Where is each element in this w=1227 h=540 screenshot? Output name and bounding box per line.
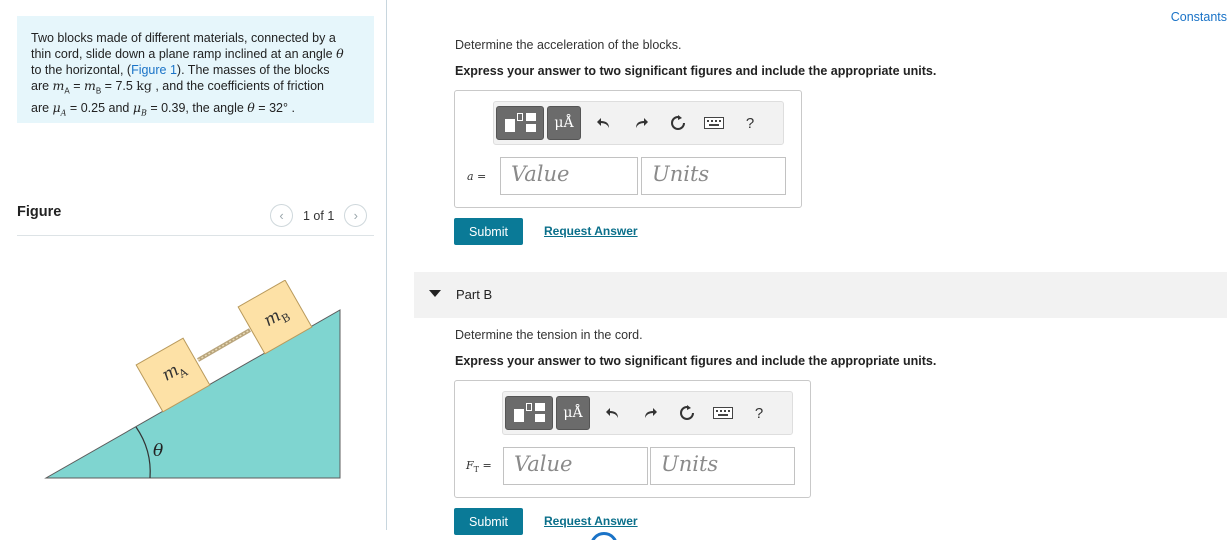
reset-icon[interactable] bbox=[676, 402, 698, 424]
templates-icon[interactable] bbox=[496, 106, 544, 140]
pager-text: 1 of 1 bbox=[303, 208, 335, 223]
part-a-value-input[interactable]: Value bbox=[500, 157, 638, 195]
part-b-variable-label: FT = bbox=[466, 459, 492, 475]
problem-statement: Two blocks made of different materials, … bbox=[17, 16, 374, 123]
part-b-request-answer-link[interactable]: Request Answer bbox=[544, 514, 638, 528]
part-a-toolbar: μÅ ? bbox=[493, 101, 784, 145]
keyboard-icon[interactable] bbox=[712, 402, 734, 424]
figure-divider bbox=[17, 235, 374, 236]
part-b-question: Determine the tension in the cord. bbox=[455, 328, 643, 342]
part-b-units-input[interactable]: Units bbox=[650, 447, 795, 485]
reset-icon[interactable] bbox=[667, 112, 689, 134]
problem-line-2: thin cord, slide down a plane ramp incli… bbox=[31, 46, 344, 61]
part-a-instruction: Express your answer to two significant f… bbox=[455, 64, 937, 78]
problem-line-4: are mA = mB = 7.5 kg , and the coefficie… bbox=[31, 78, 324, 96]
part-b-instruction: Express your answer to two significant f… bbox=[455, 354, 937, 368]
part-b-toolbar: μÅ ? bbox=[502, 391, 793, 435]
undo-icon[interactable] bbox=[593, 112, 615, 134]
part-b-header[interactable]: Part B bbox=[414, 272, 1227, 318]
figure-heading: Figure bbox=[17, 204, 62, 220]
part-a-variable-label: a = bbox=[467, 170, 487, 183]
problem-line-1: Two blocks made of different materials, … bbox=[31, 31, 336, 45]
figure-link[interactable]: Figure 1 bbox=[131, 63, 177, 77]
help-icon[interactable]: ? bbox=[748, 402, 770, 424]
templates-icon[interactable] bbox=[505, 396, 553, 430]
problem-line-5: are μA = 0.25 and μB = 0.39, the angle θ… bbox=[31, 99, 295, 118]
next-figure-button[interactable]: › bbox=[344, 204, 368, 227]
chevron-right-icon: › bbox=[353, 208, 358, 223]
part-a-request-answer-link[interactable]: Request Answer bbox=[544, 224, 638, 238]
units-icon[interactable]: μÅ bbox=[556, 396, 590, 430]
part-a-submit-button[interactable]: Submit bbox=[454, 218, 523, 245]
help-icon[interactable]: ? bbox=[739, 112, 761, 134]
constants-link[interactable]: Constants bbox=[1171, 10, 1227, 24]
redo-icon[interactable] bbox=[630, 112, 652, 134]
prev-figure-button[interactable]: ‹ bbox=[270, 204, 293, 227]
redo-icon[interactable] bbox=[639, 402, 661, 424]
figure-pager: ‹ 1 of 1 › bbox=[270, 204, 368, 227]
loading-spinner-icon bbox=[590, 532, 618, 540]
part-a-question: Determine the acceleration of the blocks… bbox=[455, 38, 682, 52]
part-b-submit-button[interactable]: Submit bbox=[454, 508, 523, 535]
part-b-answer-box: μÅ ? FT = Value Units bbox=[454, 380, 811, 498]
problem-line-3: to the horizontal, (Figure 1). The masse… bbox=[31, 63, 330, 77]
panel-divider bbox=[386, 0, 387, 530]
part-b-value-input[interactable]: Value bbox=[503, 447, 648, 485]
undo-icon[interactable] bbox=[602, 402, 624, 424]
angle-label: θ bbox=[153, 441, 163, 461]
units-icon[interactable]: μÅ bbox=[547, 106, 581, 140]
part-a-answer-box: μÅ ? a = Value Units bbox=[454, 90, 802, 208]
caret-down-icon bbox=[429, 290, 441, 297]
part-a-units-input[interactable]: Units bbox=[641, 157, 786, 195]
ramp-figure: θ m A m B bbox=[44, 280, 341, 479]
keyboard-icon[interactable] bbox=[703, 112, 725, 134]
part-b-title: Part B bbox=[456, 287, 493, 302]
chevron-left-icon: ‹ bbox=[279, 208, 284, 223]
